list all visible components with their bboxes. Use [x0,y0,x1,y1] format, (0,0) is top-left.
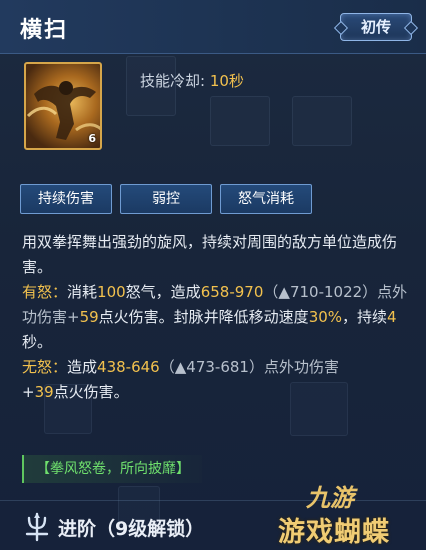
sub-effect-name: 【拳风怒卷，所向披靡】 [22,455,202,483]
no-rage-effect: 无怒：造成438-646（▲473-681）点外功伤害 +39点火伤害。 [22,355,414,405]
trident-icon [25,512,49,542]
no-rage-fire-damage: 39 [34,383,54,401]
no-rage-damage: 438-646 [97,358,160,376]
cooldown: 技能冷却: 10秒 [140,70,244,91]
tag-continuous-damage[interactable]: 持续伤害 [20,184,112,214]
background-tile [210,96,270,146]
skill-icon[interactable]: 6 [24,62,102,150]
text: ，持续 [342,308,388,326]
watermark-top: 九游 [306,484,354,512]
text: 造成 [67,358,98,376]
background-tile [292,96,352,146]
text: （ [159,358,175,376]
skill-tags: 持续伤害 弱控 怒气消耗 [20,184,312,214]
no-rage-label: 无怒： [22,358,68,376]
arrow-up-icon: ▲ [278,283,290,301]
watermark-logo: 九游 游戏蝴蝶 [278,478,426,550]
tag-weak-control[interactable]: 弱控 [120,184,212,214]
text: + [22,383,35,401]
advance-section[interactable]: 进阶（9级解锁） [24,512,204,542]
arrow-up-icon: ▲ [174,358,187,376]
text: 怒气，造成 [125,283,201,301]
skill-description: 用双拳挥舞出强劲的旋风，持续对周围的敌方单位造成伤害。 有怒：消耗100怒气，造… [22,230,414,405]
text: 点火伤害。封脉并降低移动速度 [98,308,309,326]
watermark-bottom: 游戏蝴蝶 [278,517,390,548]
rage-damage: 658-970 [200,283,264,301]
text: （ [263,283,279,301]
with-rage-effect: 有怒：消耗100怒气，造成658-970（▲710-1022）点外功伤害+59点… [22,280,414,355]
description-intro: 用双拳挥舞出强劲的旋风，持续对周围的敌方单位造成伤害。 [22,233,398,276]
with-rage-label: 有怒： [22,283,68,301]
tooltip-header: 横扫 初传 [0,0,426,54]
rage-cost: 100 [97,283,126,301]
advance-label: 进阶（9级解锁） [58,517,205,540]
slow-duration: 4 [387,308,397,326]
cooldown-label: 技能冷却: [140,72,206,90]
tier-badge: 初传 [340,13,412,41]
skill-name: 横扫 [20,18,69,43]
text: 点火伤害。 [53,383,129,401]
text: 秒。 [22,333,53,351]
rage-fire-damage: 59 [79,308,99,326]
text: 473-681）点外功伤害 [186,358,339,376]
skill-level: 6 [88,132,96,145]
tag-rage-cost[interactable]: 怒气消耗 [220,184,312,214]
slow-percent: 30% [308,308,343,326]
cooldown-value: 10秒 [209,72,244,90]
text: 消耗 [67,283,98,301]
skill-tooltip-card: 横扫 初传 6 技能冷却: 10秒 持续伤害 弱控 怒气消耗 用双拳挥舞出强劲的… [0,0,426,550]
